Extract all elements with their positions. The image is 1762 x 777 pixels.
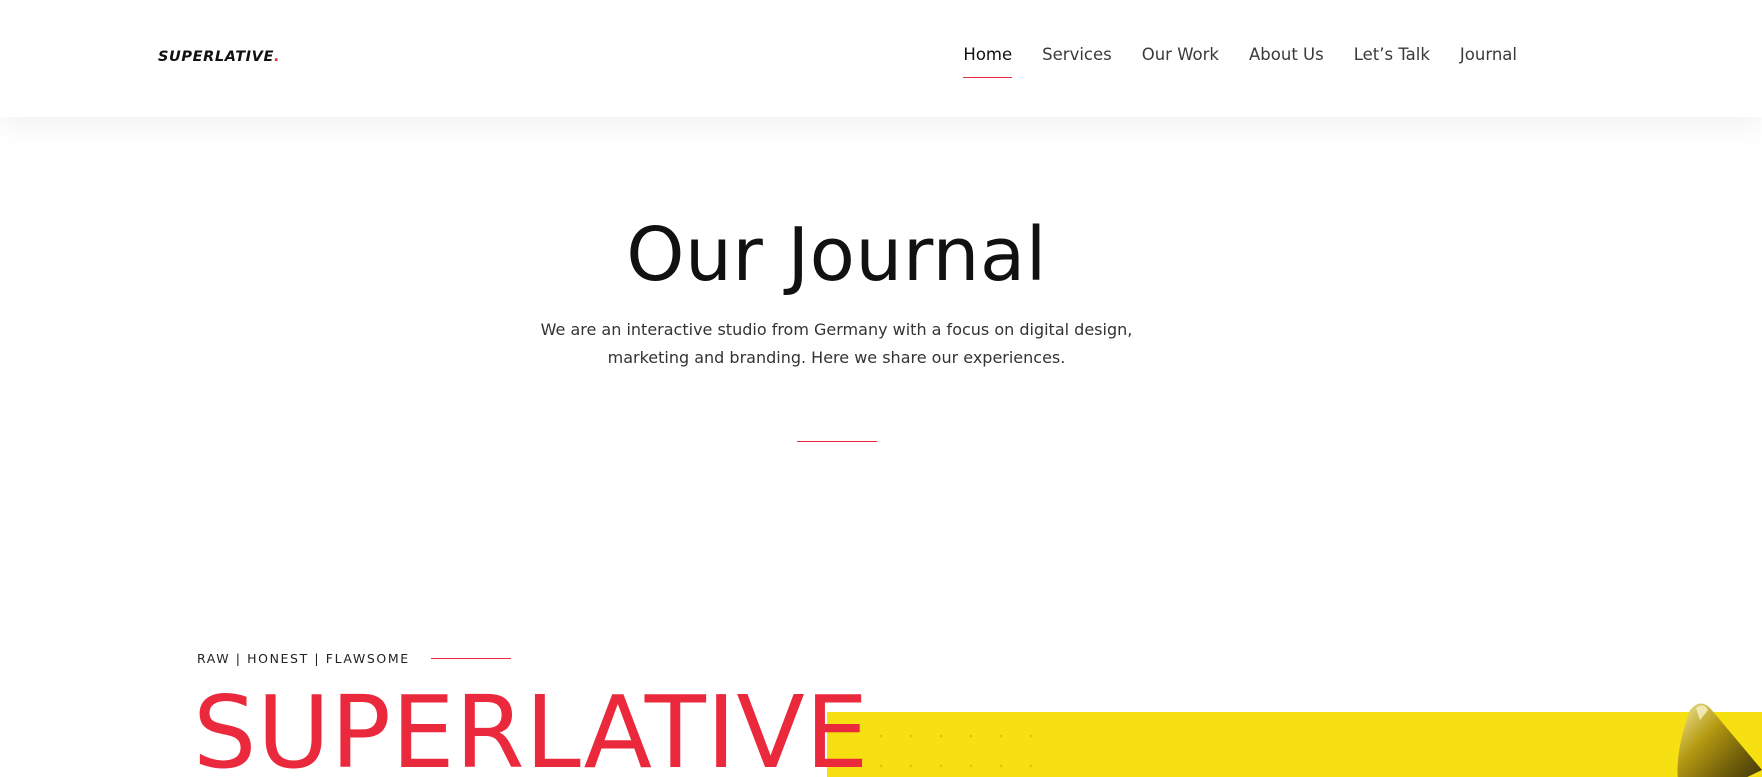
decorative-object-image [1677, 703, 1762, 777]
subtitle-line-1: We are an interactive studio from German… [540, 320, 1133, 339]
subtitle-line-2: marketing and branding. Here we share ou… [607, 348, 1066, 367]
feature-tagline: RAW | HONEST | FLAWSOME [197, 651, 410, 666]
site-header: SUPERLATIVE. Home Services Our Work Abou… [0, 0, 1762, 117]
logo-dot: . [274, 49, 281, 65]
nav-lets-talk[interactable]: Let’s Talk [1354, 45, 1430, 64]
nav-journal[interactable]: Journal [1460, 45, 1517, 64]
nav-services[interactable]: Services [1042, 45, 1112, 64]
feature-image-panel [827, 712, 1762, 777]
page-title: Our Journal [626, 212, 1047, 298]
feature-headline: SUPERLATIVE [193, 674, 869, 777]
page-subtitle: We are an interactive studio from German… [0, 316, 1673, 372]
nav-about-us[interactable]: About Us [1249, 45, 1324, 64]
logo-text: SUPERLATIVE [158, 49, 275, 65]
nav-our-work[interactable]: Our Work [1142, 45, 1219, 64]
journal-page: SUPERLATIVE. Home Services Our Work Abou… [0, 0, 1762, 777]
site-logo[interactable]: SUPERLATIVE. [158, 49, 280, 65]
tagline-divider [431, 658, 511, 659]
nav-home[interactable]: Home [963, 45, 1012, 78]
main-nav: Home Services Our Work About Us Let’s Ta… [933, 45, 1517, 78]
title-divider [797, 441, 877, 442]
